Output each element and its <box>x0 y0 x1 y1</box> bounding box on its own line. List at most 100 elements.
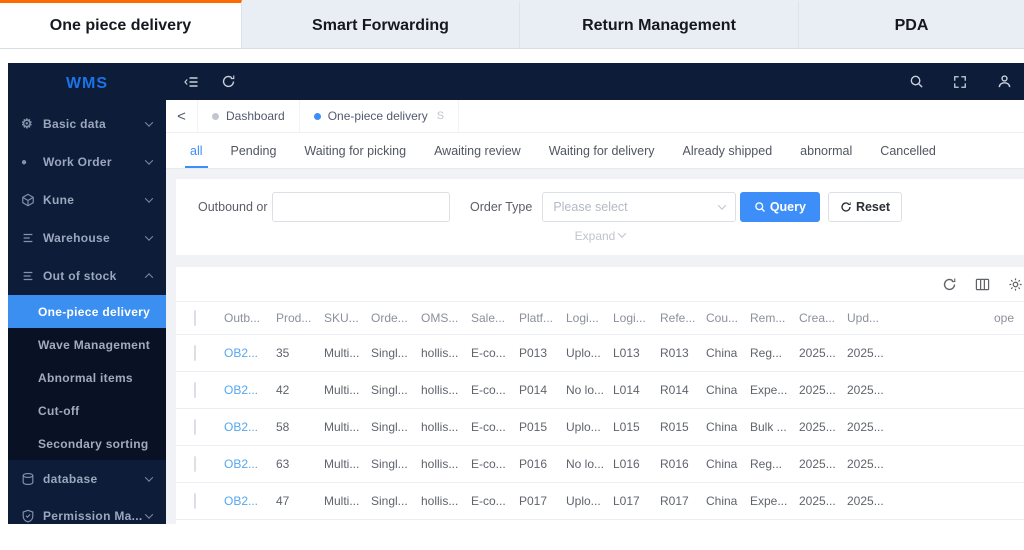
sidebar-item-basic-data[interactable]: ⚙ Basic data <box>8 105 166 143</box>
chevron-down-icon <box>618 229 627 238</box>
table-row[interactable]: OB2... 58 Multi... Singl... hollis... E-… <box>176 409 1024 446</box>
col-header-operation[interactable]: ope <box>895 311 1024 325</box>
col-header[interactable]: Sale... <box>471 311 519 325</box>
expand-toggle[interactable]: Expand <box>176 229 1024 243</box>
cell: Singl... <box>371 457 408 471</box>
sidebar-item-warehouse[interactable]: Warehouse <box>8 219 166 257</box>
breadcrumb-tab-one-piece-delivery[interactable]: One-piece delivery S <box>300 100 460 132</box>
table-row[interactable]: OB2... 42 Multi... Singl... hollis... E-… <box>176 372 1024 409</box>
breadcrumb-tab-dashboard[interactable]: Dashboard <box>198 100 300 132</box>
cell: Expe... <box>750 383 788 397</box>
status-tab-awaiting-review[interactable]: Awaiting review <box>420 133 535 168</box>
sidebar-item-out-of-stock[interactable]: Out of stock <box>8 257 166 295</box>
outbound-order-link[interactable]: OB2... <box>224 494 276 508</box>
status-tab-pending[interactable]: Pending <box>217 133 291 168</box>
outbound-order-input[interactable] <box>272 192 450 222</box>
order-type-select[interactable]: Please select <box>542 192 737 222</box>
navbar-right-icons <box>904 70 1016 94</box>
back-chevron-icon[interactable]: < <box>166 100 198 132</box>
cell: Multi... <box>324 494 360 508</box>
refresh-icon[interactable] <box>216 70 240 94</box>
col-header[interactable]: Rem... <box>750 311 799 325</box>
row-checkbox[interactable] <box>194 419 196 435</box>
table-row[interactable]: OB2... 35 Multi... Singl... hollis... E-… <box>176 335 1024 372</box>
col-header[interactable]: OMS... <box>421 311 471 325</box>
cell: 58 <box>276 420 290 434</box>
chevron-down-icon <box>144 232 154 241</box>
outbound-order-link[interactable]: OB2... <box>224 457 276 471</box>
cell: 2025... <box>847 494 884 508</box>
row-checkbox[interactable] <box>194 493 196 509</box>
tab-return-management[interactable]: Return Management <box>520 0 799 48</box>
status-tab-all[interactable]: all <box>176 133 217 168</box>
sidebar-item-label: Warehouse <box>43 231 110 245</box>
sidebar-item-abnormal-items[interactable]: Abnormal items <box>8 361 166 394</box>
tab-pda[interactable]: PDA <box>799 0 1024 48</box>
tab-one-piece-delivery[interactable]: One piece delivery <box>0 0 242 48</box>
cell: hollis... <box>421 457 459 471</box>
tab-smart-forwarding[interactable]: Smart Forwarding <box>242 0 520 48</box>
table-refresh-icon[interactable] <box>942 277 957 292</box>
query-button[interactable]: Query <box>739 192 820 222</box>
table-gear-icon[interactable] <box>1008 277 1023 292</box>
table-row[interactable]: OB2... 47 Multi... Singl... hollis... E-… <box>176 483 1024 520</box>
cell: P014 <box>519 383 548 397</box>
status-tab-bar: all Pending Waiting for picking Awaiting… <box>166 133 1024 169</box>
status-tab-abnormal[interactable]: abnormal <box>786 133 866 168</box>
status-tab-waiting-for-delivery[interactable]: Waiting for delivery <box>535 133 669 168</box>
status-tab-cancelled[interactable]: Cancelled <box>866 133 950 168</box>
outbound-order-label: Outbound or <box>198 200 268 214</box>
table-row[interactable]: OB2... 63 Multi... Singl... hollis... E-… <box>176 446 1024 483</box>
col-header[interactable]: Logi... <box>566 311 613 325</box>
sidebar-item-kune[interactable]: Kune <box>8 181 166 219</box>
cell: 2025... <box>847 346 884 360</box>
col-header[interactable]: Logi... <box>613 311 660 325</box>
work-order-icon: ● <box>21 156 28 168</box>
cell: Singl... <box>371 494 408 508</box>
close-tab-icon[interactable]: S <box>437 110 444 122</box>
outbound-order-link[interactable]: OB2... <box>224 420 276 434</box>
col-header[interactable]: Upd... <box>847 311 895 325</box>
row-checkbox[interactable] <box>194 382 196 398</box>
reset-button[interactable]: Reset <box>827 192 902 222</box>
outbound-order-link[interactable]: OB2... <box>224 346 276 360</box>
table-header-row: Outb... Prod... SKU... Orde... OMS... Sa… <box>176 301 1024 335</box>
collapse-menu-icon[interactable] <box>180 70 204 94</box>
status-tab-waiting-for-picking[interactable]: Waiting for picking <box>290 133 420 168</box>
column-settings-icon[interactable] <box>975 277 990 292</box>
search-icon[interactable] <box>904 70 928 94</box>
fullscreen-icon[interactable] <box>948 70 972 94</box>
sub-item-label: Wave Management <box>38 337 151 352</box>
sidebar-item-cut-off[interactable]: Cut-off <box>8 394 166 427</box>
sidebar-item-one-piece-delivery[interactable]: One-piece delivery <box>8 295 166 328</box>
outbound-order-link[interactable]: OB2... <box>224 383 276 397</box>
cell: China <box>706 346 738 360</box>
col-header[interactable]: Outb... <box>224 311 276 325</box>
col-header[interactable]: Refe... <box>660 311 706 325</box>
select-all-checkbox[interactable] <box>194 310 196 326</box>
sidebar-item-label: Work Order <box>43 155 112 169</box>
sidebar-item-work-order[interactable]: ● Work Order <box>8 143 166 181</box>
cell: 47 <box>276 494 290 508</box>
tab-label: One piece delivery <box>49 16 192 34</box>
row-checkbox[interactable] <box>194 345 196 361</box>
status-tab-already-shipped[interactable]: Already shipped <box>669 133 787 168</box>
sidebar-item-permission-management[interactable]: Permission Ma... <box>8 497 166 524</box>
col-header[interactable]: Orde... <box>371 311 421 325</box>
col-header[interactable]: Crea... <box>799 311 847 325</box>
sidebar-item-secondary-sorting[interactable]: Secondary sorting <box>8 427 166 460</box>
breadcrumb-tab-label: One-piece delivery <box>327 109 428 123</box>
col-header[interactable]: Cou... <box>706 311 750 325</box>
cell: Expe... <box>750 494 788 508</box>
col-header[interactable]: SKU... <box>324 311 371 325</box>
user-icon[interactable] <box>992 70 1016 94</box>
cell: R016 <box>660 457 689 471</box>
cell: Singl... <box>371 383 408 397</box>
cell: China <box>706 420 738 434</box>
col-header[interactable]: Platf... <box>519 311 566 325</box>
sidebar-item-database[interactable]: database <box>8 460 166 497</box>
cell: 42 <box>276 383 290 397</box>
row-checkbox[interactable] <box>194 456 196 472</box>
col-header[interactable]: Prod... <box>276 311 324 325</box>
sidebar-item-wave-management[interactable]: Wave Management <box>8 328 166 361</box>
